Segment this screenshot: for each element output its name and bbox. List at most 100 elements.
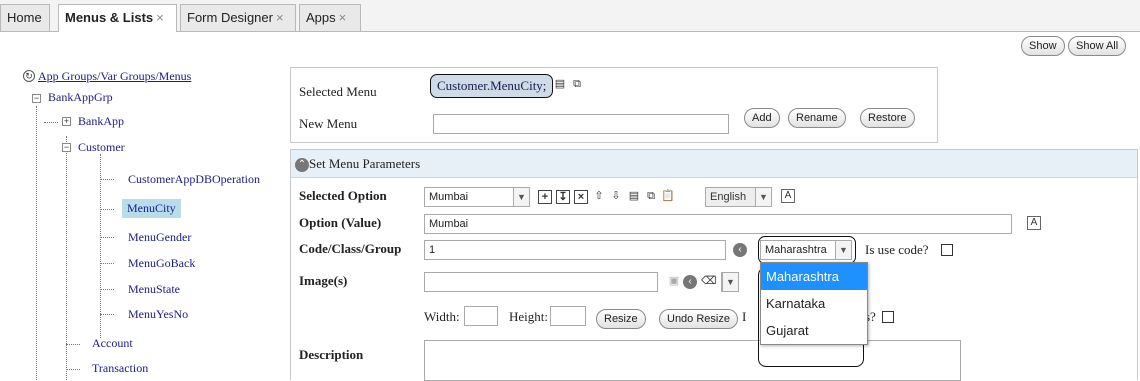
copy-icon[interactable]: ⧉ xyxy=(644,190,658,204)
height-label: Height: xyxy=(509,309,548,324)
language-select[interactable]: English ▼ xyxy=(705,187,772,207)
tab-apps-label: Apps xyxy=(306,10,336,25)
close-icon[interactable]: × xyxy=(276,10,284,25)
chevron-down-icon: ▼ xyxy=(755,188,771,206)
tree-node-customer[interactable]: Customer xyxy=(78,140,125,155)
tree-node-menu[interactable]: CustomerAppDBOperation xyxy=(128,172,260,187)
images-label: Image(s) xyxy=(299,273,348,288)
tree-node-menu[interactable]: MenuGoBack xyxy=(128,256,195,271)
document-icon[interactable]: ▤ xyxy=(627,190,641,204)
new-menu-label: New Menu xyxy=(299,116,358,131)
state-select[interactable]: Maharashtra ▼ xyxy=(760,240,852,260)
tree-connector xyxy=(44,122,58,123)
new-menu-input[interactable] xyxy=(433,114,729,134)
add-option-icon[interactable]: + xyxy=(538,190,552,204)
tab-form-designer[interactable]: Form Designer × xyxy=(180,4,296,31)
menu-tree: ↻ App Groups/Var Groups/Menus − BankAppG… xyxy=(0,62,285,380)
content-area: Show Show All ↻ App Groups/Var Groups/Me… xyxy=(0,32,1140,381)
translate-icon[interactable]: A xyxy=(781,189,795,203)
collapse-icon[interactable]: − xyxy=(62,143,71,152)
collapse-icon[interactable]: ⌃ xyxy=(295,158,309,173)
height-input[interactable] xyxy=(550,306,586,326)
tree-connector xyxy=(100,179,114,180)
option-value-label: Option (Value) xyxy=(299,215,382,230)
translate-icon[interactable]: A xyxy=(1027,216,1041,230)
dropdown-option-karnataka[interactable]: Karnataka xyxy=(761,290,867,317)
tree-node-menu-selected[interactable]: MenuCity xyxy=(122,199,181,218)
document-icon[interactable]: ▤ xyxy=(553,78,567,92)
restore-button[interactable]: Restore xyxy=(860,108,915,128)
paste-icon[interactable]: 📋 xyxy=(661,190,675,204)
tree-node-menu[interactable]: MenuState xyxy=(128,282,180,297)
tree-node-transaction[interactable]: Transaction xyxy=(92,361,148,376)
tab-menus-lists-label: Menus & Lists xyxy=(65,10,154,25)
clear-icon[interactable]: ⌫ xyxy=(701,275,717,289)
option-value-input[interactable]: Mumbai xyxy=(424,214,1012,234)
tree-connector xyxy=(100,209,114,210)
back-icon[interactable]: ‹ xyxy=(683,275,697,289)
tab-form-designer-label: Form Designer xyxy=(187,10,273,25)
use-code-label: Is use code? xyxy=(865,242,929,257)
language-value: English xyxy=(710,191,747,203)
tree-connector xyxy=(100,289,114,290)
width-label: Width: xyxy=(424,309,460,324)
tab-bar: Home Menus & Lists × Form Designer × Apps × xyxy=(0,0,1140,32)
use-code-checkbox[interactable] xyxy=(941,244,953,256)
option-checkbox[interactable] xyxy=(882,311,894,323)
selected-option-select[interactable]: Mumbai ▼ xyxy=(424,187,530,207)
preview-icon[interactable]: ▣ xyxy=(667,275,681,289)
tree-connector xyxy=(66,344,80,345)
close-icon[interactable]: × xyxy=(156,10,164,25)
tab-apps[interactable]: Apps × xyxy=(299,4,361,31)
copy-icon[interactable]: ⧉ xyxy=(570,78,584,92)
collapse-icon[interactable]: − xyxy=(32,94,41,103)
tree-node-menu[interactable]: MenuYesNo xyxy=(128,307,188,322)
undo-resize-button[interactable]: Undo Resize xyxy=(659,309,738,329)
menu-parameters-panel: ⌃ Set Menu Parameters Selected Option Mum… xyxy=(290,149,1138,381)
back-icon[interactable]: ‹ xyxy=(733,243,747,257)
delete-option-icon[interactable]: × xyxy=(574,190,588,204)
refresh-icon[interactable]: ↻ xyxy=(23,70,35,82)
image-select[interactable]: ▼ xyxy=(721,272,739,292)
tree-node-account[interactable]: Account xyxy=(92,336,133,351)
tree-node-menu[interactable]: MenuGender xyxy=(128,230,191,245)
chevron-down-icon: ▼ xyxy=(835,241,851,259)
tree-node-bankappgrp[interactable]: BankAppGrp xyxy=(48,90,113,105)
selected-menu-panel: Selected Menu Customer.MenuCity; ▤ ⧉ New… xyxy=(290,67,938,143)
show-button[interactable]: Show xyxy=(1021,36,1065,56)
state-dropdown-list: Maharashtra Karnataka Gujarat xyxy=(760,262,868,345)
move-down-icon[interactable]: ⇩ xyxy=(609,190,623,204)
tab-menus-lists[interactable]: Menus & Lists × xyxy=(58,4,177,32)
partial-label: I xyxy=(742,309,747,324)
insert-below-icon[interactable]: ↧ xyxy=(556,190,570,204)
move-up-icon[interactable]: ⇧ xyxy=(592,190,606,204)
tree-connector xyxy=(66,369,80,370)
tab-home[interactable]: Home xyxy=(0,4,50,31)
section-header: ⌃ Set Menu Parameters xyxy=(291,150,1137,178)
image-input[interactable] xyxy=(424,272,658,292)
expand-icon[interactable]: + xyxy=(62,117,71,126)
tree-node-bankapp[interactable]: BankApp xyxy=(78,114,124,129)
description-label: Description xyxy=(299,347,364,362)
code-input[interactable]: 1 xyxy=(424,240,726,260)
tree-connector xyxy=(100,154,101,338)
code-class-group-label: Code/Class/Group xyxy=(299,241,402,256)
tab-home-label: Home xyxy=(7,10,42,25)
dropdown-option-gujarat[interactable]: Gujarat xyxy=(761,317,867,344)
chevron-down-icon: ▼ xyxy=(513,188,529,206)
selected-menu-value: Customer.MenuCity; xyxy=(430,74,554,98)
description-textarea[interactable] xyxy=(424,340,961,381)
add-button[interactable]: Add xyxy=(744,108,780,128)
resize-button[interactable]: Resize xyxy=(596,309,646,329)
tree-connector xyxy=(36,106,37,380)
dropdown-option-maharashtra[interactable]: Maharashtra xyxy=(761,263,867,290)
tree-connector xyxy=(100,314,114,315)
close-icon[interactable]: × xyxy=(339,10,347,25)
selected-menu-label: Selected Menu xyxy=(299,84,377,99)
width-input[interactable] xyxy=(464,306,498,326)
selected-option-value: Mumbai xyxy=(429,191,469,203)
tree-root[interactable]: App Groups/Var Groups/Menus xyxy=(38,69,191,84)
rename-button[interactable]: Rename xyxy=(788,108,846,128)
show-all-button[interactable]: Show All xyxy=(1068,36,1127,56)
chevron-down-icon: ▼ xyxy=(722,273,738,291)
